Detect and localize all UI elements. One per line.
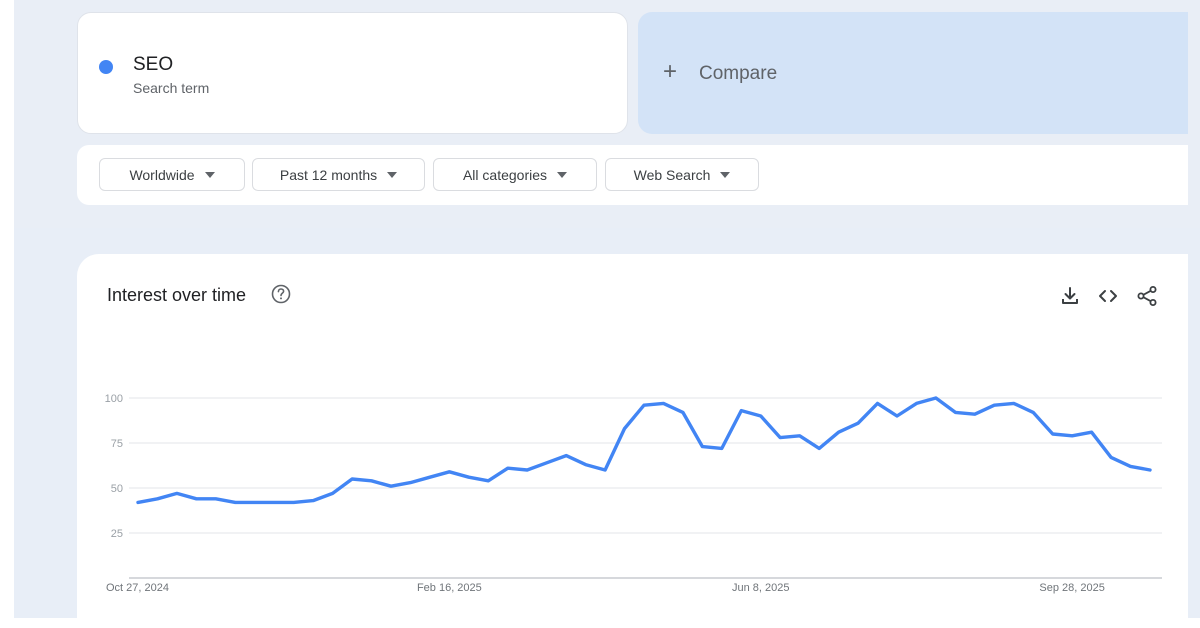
data-point: [1149, 469, 1151, 471]
data-point: [954, 411, 956, 413]
data-point: [624, 428, 626, 430]
data-point: [448, 471, 450, 473]
data-point: [1110, 456, 1112, 458]
data-point: [371, 480, 373, 482]
data-point: [935, 397, 937, 399]
filter-time-range-label: Past 12 months: [279, 166, 378, 183]
data-point: [993, 404, 995, 406]
filter-location-label: Worldwide: [129, 166, 195, 183]
caret-down-icon: [387, 171, 398, 178]
data-point: [1130, 465, 1132, 467]
data-point: [604, 469, 606, 471]
plus-icon: +: [663, 58, 678, 85]
caret-down-icon: [557, 171, 568, 178]
search-term-subtitle: Search term: [133, 80, 210, 96]
filter-category[interactable]: All categories: [433, 158, 597, 191]
filter-search-type-label: Web Search: [633, 166, 711, 183]
data-point: [585, 464, 587, 466]
interest-line-chart: 25 50 75 100 Oct 27, 2024 Feb 16, 2025 Jun 8,…: [105, 393, 1162, 594]
data-point: [799, 435, 801, 437]
help-circle-icon[interactable]: [271, 284, 291, 304]
data-point: [682, 411, 684, 413]
data-point: [273, 501, 275, 503]
y-tick-label: 50: [111, 483, 123, 495]
y-tick-label: 100: [105, 393, 123, 405]
x-tick-label: Sep 28, 2025: [1039, 582, 1104, 594]
data-point: [546, 462, 548, 464]
data-point: [760, 415, 762, 417]
data-point: [507, 467, 509, 469]
data-point: [1013, 402, 1015, 404]
compare-label: Compare: [699, 63, 778, 84]
data-point: [643, 404, 645, 406]
share-icon[interactable]: [1136, 285, 1158, 307]
data-point: [156, 498, 158, 500]
y-tick-label: 75: [111, 438, 123, 450]
filter-search-type[interactable]: Web Search: [605, 158, 759, 191]
x-tick-label: Jun 8, 2025: [732, 582, 790, 594]
data-point: [1052, 433, 1054, 435]
data-point: [293, 501, 295, 503]
data-point: [429, 476, 431, 478]
data-point: [662, 402, 664, 404]
data-point: [818, 447, 820, 449]
caret-down-icon: [720, 171, 731, 178]
data-point: [877, 402, 879, 404]
data-point: [409, 482, 411, 484]
data-point: [332, 492, 334, 494]
data-point: [896, 415, 898, 417]
data-point: [565, 455, 567, 457]
data-point: [312, 500, 314, 502]
data-point: [234, 501, 236, 503]
data-point: [857, 422, 859, 424]
filter-category-label: All categories: [462, 166, 548, 183]
data-point: [176, 492, 178, 494]
embed-code-icon[interactable]: [1097, 285, 1119, 307]
y-tick-label: 25: [111, 528, 123, 540]
data-point: [468, 476, 470, 478]
data-point: [195, 498, 197, 500]
data-point: [215, 498, 217, 500]
data-point: [779, 437, 781, 439]
data-point: [701, 446, 703, 448]
data-point: [1071, 435, 1073, 437]
data-point: [838, 431, 840, 433]
filter-location[interactable]: Worldwide: [99, 158, 245, 191]
data-point: [390, 485, 392, 487]
data-point: [526, 469, 528, 471]
filter-bar: Worldwide Past 12 months All categories …: [77, 145, 1188, 205]
search-term-card[interactable]: SEO Search term: [77, 12, 628, 134]
data-point: [1091, 431, 1093, 433]
filter-time-range[interactable]: Past 12 months: [252, 158, 425, 191]
series-color-dot: [99, 60, 113, 74]
series-line-seo: [136, 396, 1152, 505]
data-point: [915, 402, 917, 404]
data-point: [351, 478, 353, 480]
data-point: [487, 480, 489, 482]
x-tick-label: Oct 27, 2024: [106, 582, 169, 594]
data-point: [254, 501, 256, 503]
data-point: [1032, 411, 1034, 413]
data-point: [137, 501, 139, 503]
interest-over-time-card: Interest over time 25 50 75 100 Oct 27, 202…: [77, 254, 1188, 628]
search-term-name[interactable]: SEO: [133, 54, 173, 76]
x-tick-label: Feb 16, 2025: [417, 582, 482, 594]
data-point: [974, 413, 976, 415]
download-icon[interactable]: [1059, 285, 1081, 307]
data-point: [721, 447, 723, 449]
compare-button[interactable]: + Compare: [638, 12, 1188, 134]
data-point: [740, 410, 742, 412]
caret-down-icon: [204, 171, 215, 178]
chart-title: Interest over time: [107, 285, 247, 305]
